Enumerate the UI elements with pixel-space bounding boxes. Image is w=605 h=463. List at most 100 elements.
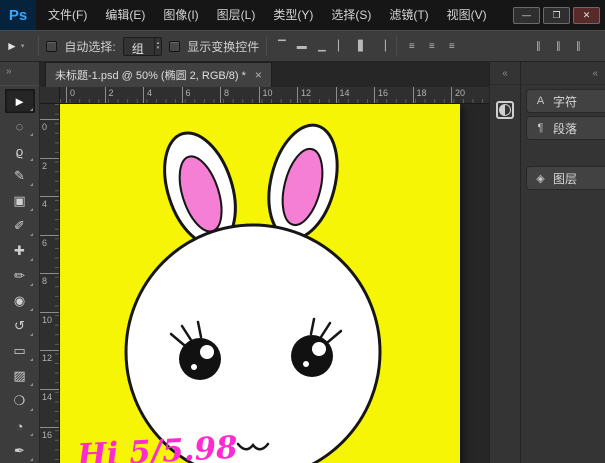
align-vertical-centers-button[interactable]: ▬ — [294, 38, 309, 54]
tool-glyph: ✎ — [14, 168, 25, 184]
rabbit-right-eye-glint — [303, 361, 309, 367]
gradient-tool[interactable]: ▨ — [5, 364, 35, 388]
auto-select-target-value: 组 — [124, 38, 154, 55]
healing-brush-tool[interactable]: ✚ — [5, 239, 35, 263]
pen-tool[interactable]: ✒ — [5, 439, 35, 463]
history-brush-tool[interactable]: ↺ — [5, 314, 35, 338]
ruler-mark: 2 — [105, 87, 144, 103]
ruler-mark: 6 — [182, 87, 221, 103]
rabbit-left-eye — [179, 338, 221, 380]
quick-selection-tool[interactable]: ✎ — [5, 164, 35, 188]
workspace: » ► ◌ ϱ ✎ ▣ — [0, 62, 605, 463]
tool-glyph: ▭ — [13, 343, 25, 359]
ruler-mark: 20 — [451, 87, 489, 103]
distribute-bottom-edges-button[interactable]: ≡ — [444, 38, 459, 54]
tool-glyph: ◔ — [16, 419, 24, 434]
layers-icon: ◈ — [534, 172, 547, 185]
distribute-right-edges-button[interactable]: ∥ — [571, 38, 586, 54]
menu-item[interactable]: 图像(I) — [154, 0, 207, 30]
tool-glyph: ▨ — [13, 368, 25, 384]
tool-glyph: ✒ — [14, 443, 25, 459]
ruler-mark: 14 — [336, 87, 375, 103]
ruler-mark: 8 — [220, 87, 259, 103]
ruler-mark: 12 — [297, 87, 336, 103]
distribute-top-edges-button[interactable]: ≡ — [404, 38, 419, 54]
distribute-buttons-group-right: ∥ ∥ ∥ — [531, 38, 598, 54]
eyedropper-tool[interactable]: ✐ — [5, 214, 35, 238]
menu-item[interactable]: 编辑(E) — [96, 0, 154, 30]
clone-stamp-tool[interactable]: ◉ — [5, 289, 35, 313]
window-controls: — ❐ ✕ — [513, 7, 605, 24]
tab-close-icon[interactable]: × — [255, 68, 262, 82]
ruler-origin-corner[interactable] — [40, 87, 60, 104]
tool-glyph: ❍ — [14, 393, 26, 409]
ruler-mark: 2 — [40, 158, 59, 197]
ruler-mark: 0 — [66, 87, 105, 103]
distribute-vertical-centers-button[interactable]: ≡ — [424, 38, 439, 54]
ruler-mark: 10 — [259, 87, 298, 103]
dock-collapse-icon[interactable]: « — [521, 62, 605, 85]
icon-strip-collapse-icon[interactable]: « — [490, 62, 520, 85]
blur-tool[interactable]: ❍ — [5, 389, 35, 413]
spinner-down-icon: ▾ — [157, 46, 160, 51]
menu-item[interactable]: 滤镜(T) — [380, 0, 437, 30]
panel-label: 图层 — [553, 170, 577, 187]
menu-item[interactable]: 选择(S) — [322, 0, 380, 30]
ruler-mark: 4 — [143, 87, 182, 103]
show-transform-controls-label: 显示变换控件 — [187, 38, 259, 55]
document-tab[interactable]: 未标题-1.psd @ 50% (椭圆 2, RGB/8) * × — [45, 62, 272, 87]
minimize-button[interactable]: — — [513, 7, 540, 24]
distribute-horizontal-centers-button[interactable]: ∥ — [551, 38, 566, 54]
panel-label: 段落 — [553, 120, 577, 137]
character-panel-button[interactable]: A 字符 — [526, 89, 605, 113]
show-transform-controls-checkbox[interactable] — [169, 41, 180, 52]
crop-tool[interactable]: ▣ — [5, 189, 35, 213]
move-tool[interactable]: ► — [5, 89, 35, 113]
tools-panel: » ► ◌ ϱ ✎ ▣ — [0, 62, 40, 463]
auto-select-checkbox[interactable] — [46, 41, 57, 52]
align-right-edges-button[interactable]: ▕ — [374, 38, 389, 54]
ruler-mark: 18 — [413, 87, 452, 103]
rabbit-artwork: Hi 5/5.98 — [60, 104, 460, 463]
menu-item[interactable]: 文件(F) — [39, 0, 96, 30]
panels-dock: « A 字符 ¶ 段落 ◈ 图层 — [520, 62, 605, 463]
document-area: 未标题-1.psd @ 50% (椭圆 2, RGB/8) * × 0 2 4 … — [40, 62, 489, 463]
dropdown-spinner-icon[interactable]: ▴ ▾ — [154, 38, 162, 55]
elliptical-marquee-tool[interactable]: ◌ — [5, 114, 35, 138]
dodge-tool[interactable]: ◔ — [5, 414, 35, 438]
ruler-mark: 12 — [40, 350, 59, 389]
align-horizontal-centers-button[interactable]: ▋ — [354, 38, 369, 54]
tool-glyph: ✐ — [14, 218, 25, 234]
lasso-tool[interactable]: ϱ — [5, 139, 35, 163]
rabbit-right-eye — [291, 335, 333, 377]
tool-glyph: ► — [13, 94, 26, 109]
menu-item[interactable]: 视图(V) — [438, 0, 496, 30]
tools-collapse-icon[interactable]: » — [0, 62, 39, 85]
current-tool-preset[interactable]: ► ▾ — [6, 39, 31, 53]
tool-glyph: ϱ — [16, 144, 23, 159]
ruler-mark: 14 — [40, 389, 59, 428]
menu-item[interactable]: 图层(L) — [208, 0, 265, 30]
close-button[interactable]: ✕ — [573, 7, 600, 24]
brush-tool[interactable]: ✏ — [5, 264, 35, 288]
layers-panels-group: ◈ 图层 — [521, 166, 605, 190]
tool-glyph: ◌ — [16, 119, 24, 134]
distribute-left-edges-button[interactable]: ∥ — [531, 38, 546, 54]
align-bottom-edges-button[interactable]: ▁ — [314, 38, 329, 54]
tool-glyph: ✚ — [14, 243, 25, 259]
restore-button[interactable]: ❐ — [543, 7, 570, 24]
canvas[interactable]: Hi 5/5.98 — [60, 104, 460, 463]
eraser-tool[interactable]: ▭ — [5, 339, 35, 363]
auto-select-target-dropdown[interactable]: 组 ▴ ▾ — [123, 37, 163, 56]
align-top-edges-button[interactable]: ▔ — [274, 38, 289, 54]
chevron-down-icon: ▾ — [21, 42, 25, 50]
horizontal-ruler: 0 2 4 6 8 10 12 14 16 18 — [60, 87, 489, 104]
align-left-edges-button[interactable]: ▏ — [334, 38, 349, 54]
layers-panel-button[interactable]: ◈ 图层 — [526, 166, 605, 190]
menu-bar: Ps 文件(F) 编辑(E) 图像(I) 图层(L) 类型(Y) 选择(S) 滤… — [0, 0, 605, 30]
adjustments-panel-icon[interactable] — [496, 101, 514, 119]
menu-item[interactable]: 类型(Y) — [264, 0, 322, 30]
panel-icon: A — [534, 95, 547, 107]
distribute-buttons-group: ≡ ≡ ≡ — [404, 38, 459, 54]
paragraph-panel-button[interactable]: ¶ 段落 — [526, 116, 605, 140]
